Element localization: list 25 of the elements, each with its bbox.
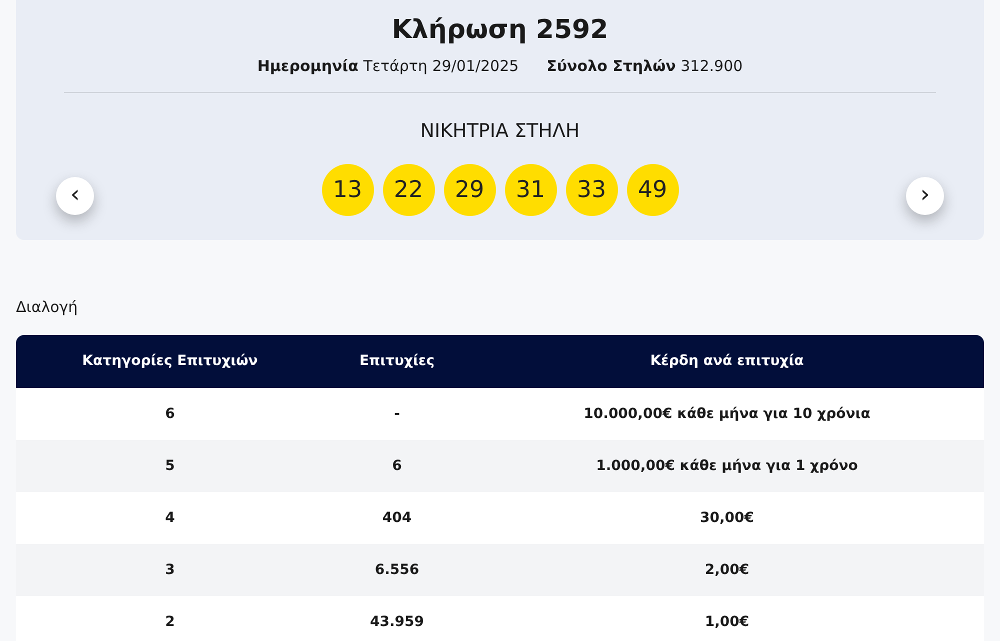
column-header: Κέρδη ανά επιτυχία [649,352,805,371]
table-cell-text: 2,00€ [704,560,750,580]
column-header: Κατηγορίες Επιτυχιών [81,352,259,371]
table-cell-text: 1,00€ [704,612,750,632]
table-cell-text: 5 [164,456,176,476]
table-cell-text: 6 [164,404,176,424]
previous-button[interactable]: ‹ [56,177,94,215]
total-columns: Σύνολο Στηλών 312.900 [546,56,743,76]
table-cell-text: 2 [164,612,176,632]
table-cell-text: 6.556 [374,560,420,580]
next-button[interactable]: › [906,177,944,215]
column-header: Επιτυχίες [358,352,436,371]
draw-title: Κλήρωση 2592 [392,14,608,46]
table-cell-text: 404 [381,508,413,528]
table-cell-text: 1.000,00€ κάθε μήνα για 1 χρόνο [595,456,859,476]
draw-date: Ημερομηνία Τετάρτη 29/01/2025 [257,56,519,76]
section-title: Διαλογή [16,297,79,317]
table-cell-text: 6 [391,456,403,476]
table-cell-text: 30,00€ [698,508,756,528]
table-cell-text: 4 [164,508,176,528]
table-cell-text: 43.959 [368,612,426,632]
winning-heading: ΝΙΚΗΤΡΙΑ ΣΤΗΛΗ [420,119,580,143]
table-cell-text: 10.000,00€ κάθε μήνα για 10 χρόνια [582,404,872,424]
table-cell-text: 3 [164,560,176,580]
table-cell-text: - [393,404,401,424]
